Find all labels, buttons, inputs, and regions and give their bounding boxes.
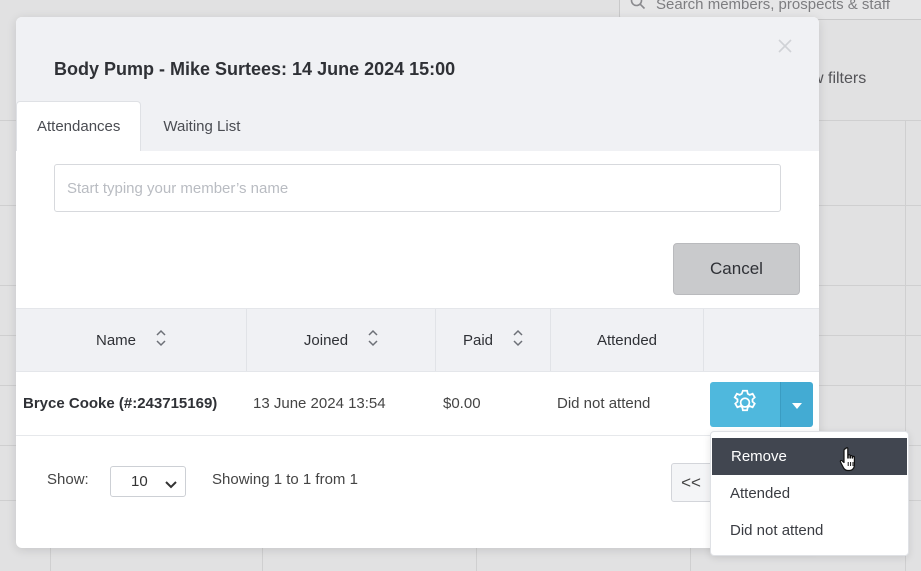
sort-icon[interactable] <box>156 329 166 351</box>
actions-dropdown-button[interactable] <box>780 382 813 427</box>
cancel-button[interactable]: Cancel <box>673 243 800 295</box>
showing-count-text: Showing 1 to 1 from 1 <box>212 471 358 488</box>
column-header-label: Paid <box>462 331 494 349</box>
menu-item-remove[interactable]: Remove <box>712 438 907 475</box>
show-label: Show: <box>47 471 89 488</box>
modal-tabs: Attendances Waiting List <box>16 101 260 151</box>
member-search-input[interactable] <box>54 164 781 212</box>
global-search-placeholder: Search members, prospects & staff <box>656 0 890 13</box>
column-header-attended: Attended <box>551 309 704 371</box>
column-header-label: Name <box>95 331 136 349</box>
search-icon <box>630 0 656 14</box>
page-size-value: 10 <box>131 473 148 490</box>
paid-cell: $0.00 <box>443 395 481 412</box>
settings-button[interactable] <box>710 382 780 427</box>
sort-icon[interactable] <box>513 329 523 351</box>
attended-cell: Did not attend <box>557 395 651 412</box>
member-name-cell[interactable]: Bryce Cooke (#:243715169) <box>23 372 217 435</box>
modal-title: Body Pump - Mike Surtees: 14 June 2024 1… <box>54 59 456 79</box>
column-header-name[interactable]: Name <box>16 309 247 371</box>
page-size-select[interactable]: 10 <box>110 466 186 497</box>
sort-icon[interactable] <box>368 329 378 351</box>
row-actions-button-group <box>710 382 813 427</box>
first-page-button[interactable]: << <box>671 463 711 502</box>
table-header: Name Joined Paid Attended <box>16 308 819 372</box>
table-row: Bryce Cooke (#:243715169) 13 June 2024 1… <box>16 372 819 436</box>
tab-attendances[interactable]: Attendances <box>16 101 142 151</box>
column-header-actions <box>704 309 819 371</box>
tab-waiting-list[interactable]: Waiting List <box>141 101 260 151</box>
column-header-label: Attended <box>596 331 658 349</box>
menu-item-attended[interactable]: Attended <box>711 475 908 512</box>
row-actions-menu: Remove Attended Did not attend <box>710 431 909 556</box>
column-header-paid[interactable]: Paid <box>436 309 551 371</box>
menu-item-did-not-attend[interactable]: Did not attend <box>711 512 908 549</box>
column-header-joined[interactable]: Joined <box>247 309 436 371</box>
view-filters-link[interactable]: w filters <box>812 70 866 88</box>
gear-icon <box>730 387 760 422</box>
caret-down-icon <box>792 396 802 414</box>
joined-cell: 13 June 2024 13:54 <box>253 395 386 412</box>
hand-pointer-icon <box>838 446 862 476</box>
chevron-down-icon <box>165 477 177 494</box>
close-icon[interactable] <box>778 39 792 53</box>
column-header-label: Joined <box>303 331 349 349</box>
attendance-modal: Body Pump - Mike Surtees: 14 June 2024 1… <box>16 17 819 548</box>
